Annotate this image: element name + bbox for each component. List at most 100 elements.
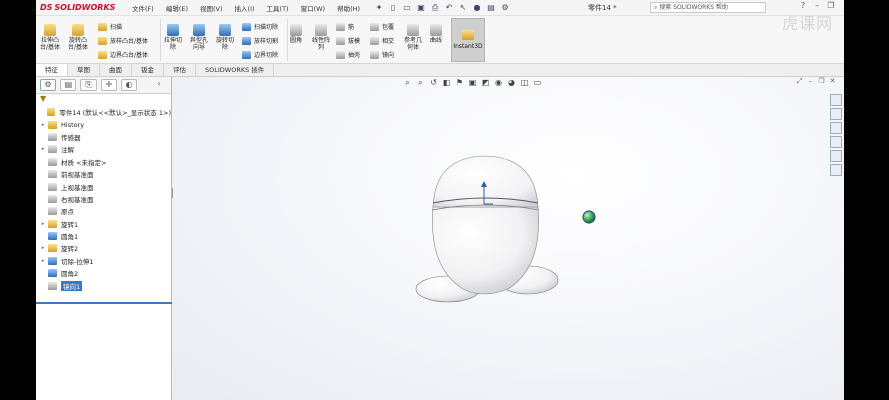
print-icon[interactable]: ⎙ [428,3,442,13]
shell-button[interactable]: 抽壳 [336,50,360,59]
expand-icon[interactable]: ▸ [38,258,48,264]
tree-item-top-plane[interactable]: 上视基准面 [38,180,171,192]
tree-item-annotations[interactable]: ▸ 注解 [38,143,171,155]
instant3d-label: Instant3D [453,43,483,50]
tree-item-right-plane[interactable]: 右视基准面 [38,193,171,205]
tree-item-label: 注解 [61,146,74,155]
tree-item-material[interactable]: 材质 <未指定> [38,156,171,168]
tree-item-front-plane[interactable]: 前视基准面 [38,168,171,180]
rollback-bar[interactable] [36,302,172,304]
open-folder-icon[interactable]: ▭ [400,3,414,13]
tab-surfaces[interactable]: 曲面 [100,64,132,76]
menu-view[interactable]: 视图(V) [194,3,229,13]
tab-features[interactable]: 特征 [36,64,68,76]
minimize-button[interactable]: – [810,1,824,10]
wrap-button[interactable]: 包覆 [370,22,394,31]
draft-button[interactable]: 拔模 [336,36,360,45]
save-icon[interactable]: ▣ [414,3,428,13]
lofted-boss-button[interactable]: 放样凸台/基体 [98,36,148,45]
feature-manager-panel: ⚙ ▤ ⎘ ✛ ◐ › ▼ 零件14 (默认<<默认>_显示状态 1>) ▸ Hi… [36,77,172,400]
tree-item-history[interactable]: ▸ History [38,118,171,130]
instant3d-button[interactable]: Instant3D [451,18,485,62]
linear-pattern-button[interactable]: 线性阵 列 [312,24,330,51]
graphics-area[interactable]: ⌕ ⌕ ↺ ◧ ⚑ ▣ ◩ ◉ ◕ ◫ ▭ ⤢ – ❐ ✕ [173,77,844,400]
tree-item-revolve2[interactable]: ▸ 旋转2 [38,242,171,254]
extruded-cut-button[interactable]: 拉伸切 除 [164,24,182,51]
file-properties-icon[interactable]: ▤ [484,3,498,13]
menu-edit[interactable]: 编辑(E) [160,3,194,13]
model-3d-part[interactable] [415,155,559,303]
sensor-icon [48,132,57,141]
help-search-input[interactable]: ⌕ 搜索 SOLIDWORKS 帮助 [650,2,766,13]
revolve-cut-icon [219,24,231,36]
menu-insert[interactable]: 插入(I) [229,3,261,13]
model-canvas[interactable] [173,77,844,400]
curves-button[interactable]: 曲线 [430,24,442,44]
menu-window[interactable]: 窗口(W) [295,3,332,13]
swept-cut-icon [242,22,251,31]
tree-root-part[interactable]: 零件14 (默认<<默认>_显示状态 1>) [38,106,171,118]
revolve-icon [48,244,57,253]
lofted-cut-button[interactable]: 放样切割 [242,36,278,45]
reference-geometry-button[interactable]: 参考几 何体 [404,24,422,51]
boundary-boss-button[interactable]: 边界凸台/基体 [98,50,148,59]
options-gear-icon[interactable]: ⚙ [498,3,512,13]
file-explorer-icon[interactable] [830,122,842,134]
reference-triad-sphere[interactable] [582,210,596,224]
expand-icon[interactable]: ▸ [38,245,48,251]
view-palette-icon[interactable] [830,136,842,148]
swept-boss-button[interactable]: 扫描 [98,22,122,31]
extruded-boss-button[interactable]: 拉伸凸 台/基体 [40,24,60,51]
revolved-boss-button[interactable]: 旋转凸 台/基体 [68,24,88,51]
appearances-icon[interactable] [830,150,842,162]
wrap-icon [370,22,379,31]
filter-icon[interactable]: ▼ [36,94,171,106]
configuration-manager-tab-icon[interactable]: ⎘ [80,79,97,91]
hole-wizard-button[interactable]: 异型孔 向导 [190,24,208,51]
tree-item-sensors[interactable]: 传感器 [38,131,171,143]
tab-sheet-metal[interactable]: 钣金 [132,64,164,76]
rebuild-icon[interactable]: ● [470,3,484,13]
boundary-cut-button[interactable]: 边界切除 [242,50,278,59]
tree-item-revolve1[interactable]: ▸ 旋转1 [38,218,171,230]
expand-icon[interactable]: ▸ [38,221,48,227]
menu-help[interactable]: 帮助(H) [331,3,366,13]
display-manager-tab-icon[interactable]: ◐ [120,79,138,91]
tree-item-fillet2[interactable]: 圆角2 [38,267,171,279]
swept-cut-button[interactable]: 扫描切除 [242,22,278,31]
wrap-label: 包覆 [382,24,395,31]
expand-icon[interactable]: ▸ [38,146,48,152]
tab-addins[interactable]: SOLIDWORKS 插件 [196,64,275,76]
history-folder-icon [48,120,57,129]
custom-properties-icon[interactable] [830,164,842,176]
mirror-button[interactable]: 镜向 [370,50,394,59]
menu-tools[interactable]: 工具(T) [261,3,295,13]
menu-file[interactable]: 文件(F) [126,3,160,13]
boundary-cut-icon [242,50,251,59]
tree-item-origin[interactable]: 原点 [38,205,171,217]
property-manager-tab-icon[interactable]: ▤ [60,79,77,91]
dimxpert-tab-icon[interactable]: ✛ [100,79,117,91]
new-file-icon[interactable]: ▯ [386,3,400,13]
design-library-icon[interactable] [830,108,842,120]
tab-evaluate[interactable]: 评估 [164,64,196,76]
fillet-button[interactable]: 圆角 [290,24,302,44]
feature-tree-tab-icon[interactable]: ⚙ [40,79,57,91]
select-arrow-icon[interactable]: ↖ [456,3,470,13]
solidworks-window: DS SOLIDWORKS 文件(F) 编辑(E) 视图(V) 插入(I) 工具… [36,0,844,400]
fillet-icon [48,269,57,278]
home-icon[interactable] [830,94,842,106]
help-question-icon[interactable]: ? [796,1,810,10]
tree-item-fillet1[interactable]: 圆角1 [38,230,171,242]
tree-item-mirror1[interactable]: 镜向1 [38,279,171,291]
rib-button[interactable]: 筋 [336,22,354,31]
restore-button[interactable]: ❐ [824,1,838,10]
chevron-right-icon[interactable]: › [151,79,167,91]
tab-sketch[interactable]: 草图 [68,64,100,76]
revolved-cut-button[interactable]: 旋转切 除 [216,24,234,51]
tree-item-cut-extrude1[interactable]: ▸ 切除-拉伸1 [38,255,171,267]
intersect-button[interactable]: 相交 [370,36,394,45]
pin-icon[interactable]: ✦ [372,3,386,13]
undo-icon[interactable]: ↶ [442,3,456,13]
expand-icon[interactable]: ▸ [38,122,48,128]
